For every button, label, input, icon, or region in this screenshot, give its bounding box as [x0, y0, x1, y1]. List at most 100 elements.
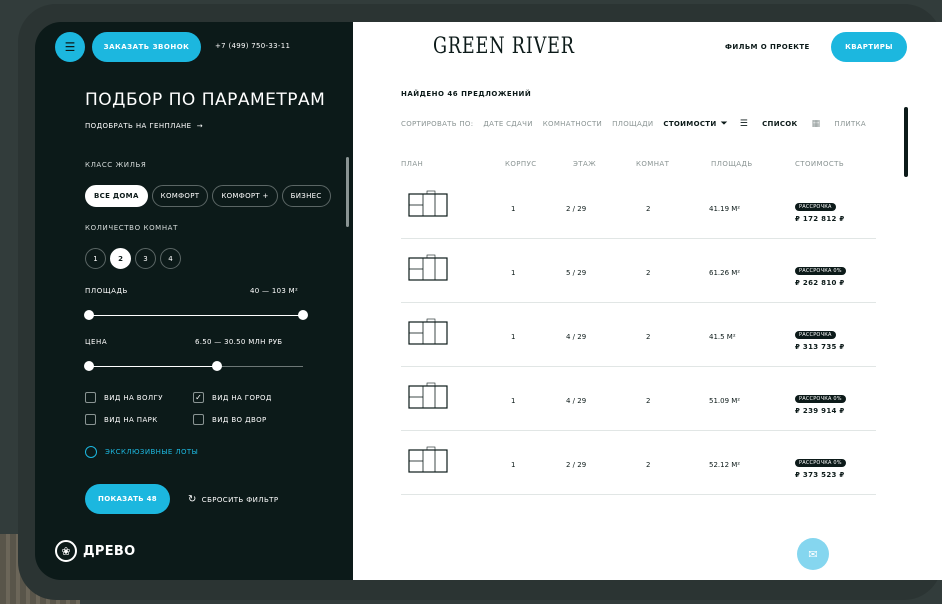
- results-scrollbar[interactable]: [904, 107, 908, 177]
- checkbox-box[interactable]: [85, 392, 96, 403]
- cell-rooms: 2: [646, 397, 651, 405]
- refresh-icon: ↻: [188, 494, 197, 505]
- callback-button[interactable]: ЗАКАЗАТЬ ЗВОНОК: [92, 32, 201, 62]
- list-icon[interactable]: ☰: [740, 119, 748, 129]
- arrow-right-icon: →: [194, 122, 204, 130]
- cell-area: 41.5 М²: [709, 333, 736, 341]
- price-slider-min-handle[interactable]: [84, 361, 94, 371]
- col-area: ПЛОЩАДЬ: [711, 160, 753, 168]
- chip-all-houses[interactable]: ВСЕ ДОМА: [85, 185, 148, 207]
- cell-rooms: 2: [646, 461, 651, 469]
- show-results-button[interactable]: ПОКАЗАТЬ 48: [85, 484, 170, 514]
- area-slider-track[interactable]: [89, 315, 303, 316]
- price-slider-fill: [89, 366, 218, 367]
- price-slider-max-handle[interactable]: [212, 361, 223, 371]
- col-building: КОРПУС: [505, 160, 537, 168]
- checkbox-box[interactable]: [193, 414, 204, 425]
- area-slider-min-handle[interactable]: [84, 310, 94, 320]
- cell-price: ₽ 373 523 ₽: [795, 471, 845, 479]
- room-option-4[interactable]: 4: [160, 248, 181, 269]
- phone-number[interactable]: +7 (499) 750-33-11: [215, 42, 290, 50]
- checkbox-city-view[interactable]: ✓ ВИД НА ГОРОД: [193, 392, 272, 403]
- price-label: ЦЕНА: [85, 338, 108, 346]
- table-row[interactable]: 1 4 / 29 2 41.5 М² РАССРОЧКА ₽ 313 735 ₽: [401, 303, 876, 367]
- apartments-button[interactable]: КВАРТИРЫ: [831, 32, 907, 62]
- col-price: СТОИМОСТЬ: [795, 160, 845, 168]
- sort-by-area[interactable]: ПЛОЩАДИ: [612, 120, 653, 128]
- installment-badge: РАССРОЧКА: [795, 203, 836, 211]
- sort-by-price[interactable]: СТОИМОСТИ: [663, 120, 716, 128]
- view-tile-button[interactable]: ПЛИТКА: [834, 120, 866, 128]
- tree-icon: ❀: [55, 540, 77, 562]
- rooms-label: КОЛИЧЕСТВО КОМНАТ: [85, 224, 178, 232]
- col-floor: ЭТАЖ: [573, 160, 597, 168]
- price-block: РАССРОЧКА ₽ 313 735 ₽: [795, 321, 845, 351]
- col-rooms: КОМНАТ: [636, 160, 670, 168]
- cell-floor: 4 / 29: [566, 333, 587, 341]
- cell-building: 1: [511, 333, 516, 341]
- floor-plan-thumbnail: [408, 254, 448, 281]
- checkbox-yard-view[interactable]: ВИД ВО ДВОР: [193, 414, 267, 425]
- genplan-link[interactable]: ПОДОБРАТЬ НА ГЕНПЛАНЕ →: [85, 122, 203, 130]
- chip-comfort-plus[interactable]: КОМФОРТ +: [212, 185, 278, 207]
- cell-floor: 2 / 29: [566, 205, 587, 213]
- table-row[interactable]: 1 4 / 29 2 51.09 М² РАССРОЧКА 0% ₽ 239 9…: [401, 367, 876, 431]
- checkbox-park-view[interactable]: ВИД НА ПАРК: [85, 414, 158, 425]
- cell-price: ₽ 172 812 ₽: [795, 215, 845, 223]
- table-header: ПЛАН КОРПУС ЭТАЖ КОМНАТ ПЛОЩАДЬ СТОИМОСТ…: [401, 160, 876, 172]
- rooms-selector: 1 2 3 4: [85, 248, 181, 269]
- chip-comfort[interactable]: КОМФОРТ: [151, 185, 209, 207]
- table-row[interactable]: 1 2 / 29 2 41.19 М² РАССРОЧКА ₽ 172 812 …: [401, 175, 876, 239]
- view-toggle: ☰ СПИСОК ▦ ПЛИТКА: [740, 119, 876, 129]
- sort-label: СОРТИРОВАТЬ ПО:: [401, 120, 474, 128]
- sort-icon[interactable]: ⏷: [721, 119, 729, 129]
- room-option-3[interactable]: 3: [135, 248, 156, 269]
- room-option-2[interactable]: 2: [110, 248, 131, 269]
- class-chips: ВСЕ ДОМА КОМФОРТ КОМФОРТ + БИЗНЕС: [85, 185, 331, 207]
- filter-scrollbar[interactable]: [346, 157, 349, 227]
- class-label: КЛАСС ЖИЛЬЯ: [85, 161, 147, 169]
- price-value: 6.50 — 30.50 МЛН РУБ: [195, 338, 283, 346]
- cell-area: 52.12 М²: [709, 461, 741, 469]
- checkbox-box-checked[interactable]: ✓: [193, 392, 204, 403]
- table-row[interactable]: 1 2 / 29 2 52.12 М² РАССРОЧКА 0% ₽ 373 5…: [401, 431, 876, 495]
- cell-price: ₽ 262 810 ₽: [795, 279, 845, 287]
- table-row[interactable]: 1 5 / 29 2 61.26 М² РАССРОЧКА 0% ₽ 262 8…: [401, 239, 876, 303]
- price-block: РАССРОЧКА 0% ₽ 373 523 ₽: [795, 449, 846, 479]
- price-block: РАССРОЧКА 0% ₽ 239 914 ₽: [795, 385, 846, 415]
- cell-rooms: 2: [646, 205, 651, 213]
- radio-circle[interactable]: [85, 446, 97, 458]
- checkbox-volga-view[interactable]: ВИД НА ВОЛГУ: [85, 392, 163, 403]
- installment-badge: РАССРОЧКА 0%: [795, 395, 846, 403]
- price-block: РАССРОЧКА 0% ₽ 262 810 ₽: [795, 257, 846, 287]
- sort-by-date[interactable]: ДАТЕ СДАЧИ: [483, 120, 532, 128]
- col-plan: ПЛАН: [401, 160, 424, 168]
- film-link[interactable]: ФИЛЬМ О ПРОЕКТЕ: [725, 43, 810, 51]
- chat-icon: ✉: [808, 547, 818, 561]
- floor-plan-thumbnail: [408, 190, 448, 217]
- chat-button[interactable]: ✉: [797, 538, 829, 570]
- view-list-button[interactable]: СПИСОК: [762, 120, 797, 128]
- exclusive-lots-toggle[interactable]: ЭКСКЛЮЗИВНЫЕ ЛОТЫ: [85, 446, 198, 458]
- checkbox-box[interactable]: [85, 414, 96, 425]
- installment-badge: РАССРОЧКА 0%: [795, 267, 846, 275]
- cell-area: 41.19 М²: [709, 205, 741, 213]
- chip-business[interactable]: БИЗНЕС: [281, 185, 331, 207]
- sort-by-rooms[interactable]: КОМНАТНОСТИ: [543, 120, 602, 128]
- cell-building: 1: [511, 269, 516, 277]
- menu-button[interactable]: ☰: [55, 32, 85, 62]
- floor-plan-thumbnail: [408, 318, 448, 345]
- grid-icon[interactable]: ▦: [812, 119, 821, 129]
- brand-logo[interactable]: ❀ ДРЕВО: [55, 540, 135, 562]
- reset-filter-button[interactable]: ↻ СБРОСИТЬ ФИЛЬТР: [188, 495, 278, 505]
- cell-floor: 5 / 29: [566, 269, 587, 277]
- price-block: РАССРОЧКА ₽ 172 812 ₽: [795, 193, 845, 223]
- room-option-1[interactable]: 1: [85, 248, 106, 269]
- cell-building: 1: [511, 205, 516, 213]
- app-window: ☰ ЗАКАЗАТЬ ЗВОНОК +7 (499) 750-33-11 ПОД…: [35, 22, 942, 580]
- area-label: ПЛОЩАДЬ: [85, 287, 128, 295]
- area-slider-max-handle[interactable]: [298, 310, 308, 320]
- cell-rooms: 2: [646, 333, 651, 341]
- filter-panel: ☰ ЗАКАЗАТЬ ЗВОНОК +7 (499) 750-33-11 ПОД…: [35, 22, 353, 580]
- project-logo[interactable]: GREEN RIVER: [433, 34, 575, 59]
